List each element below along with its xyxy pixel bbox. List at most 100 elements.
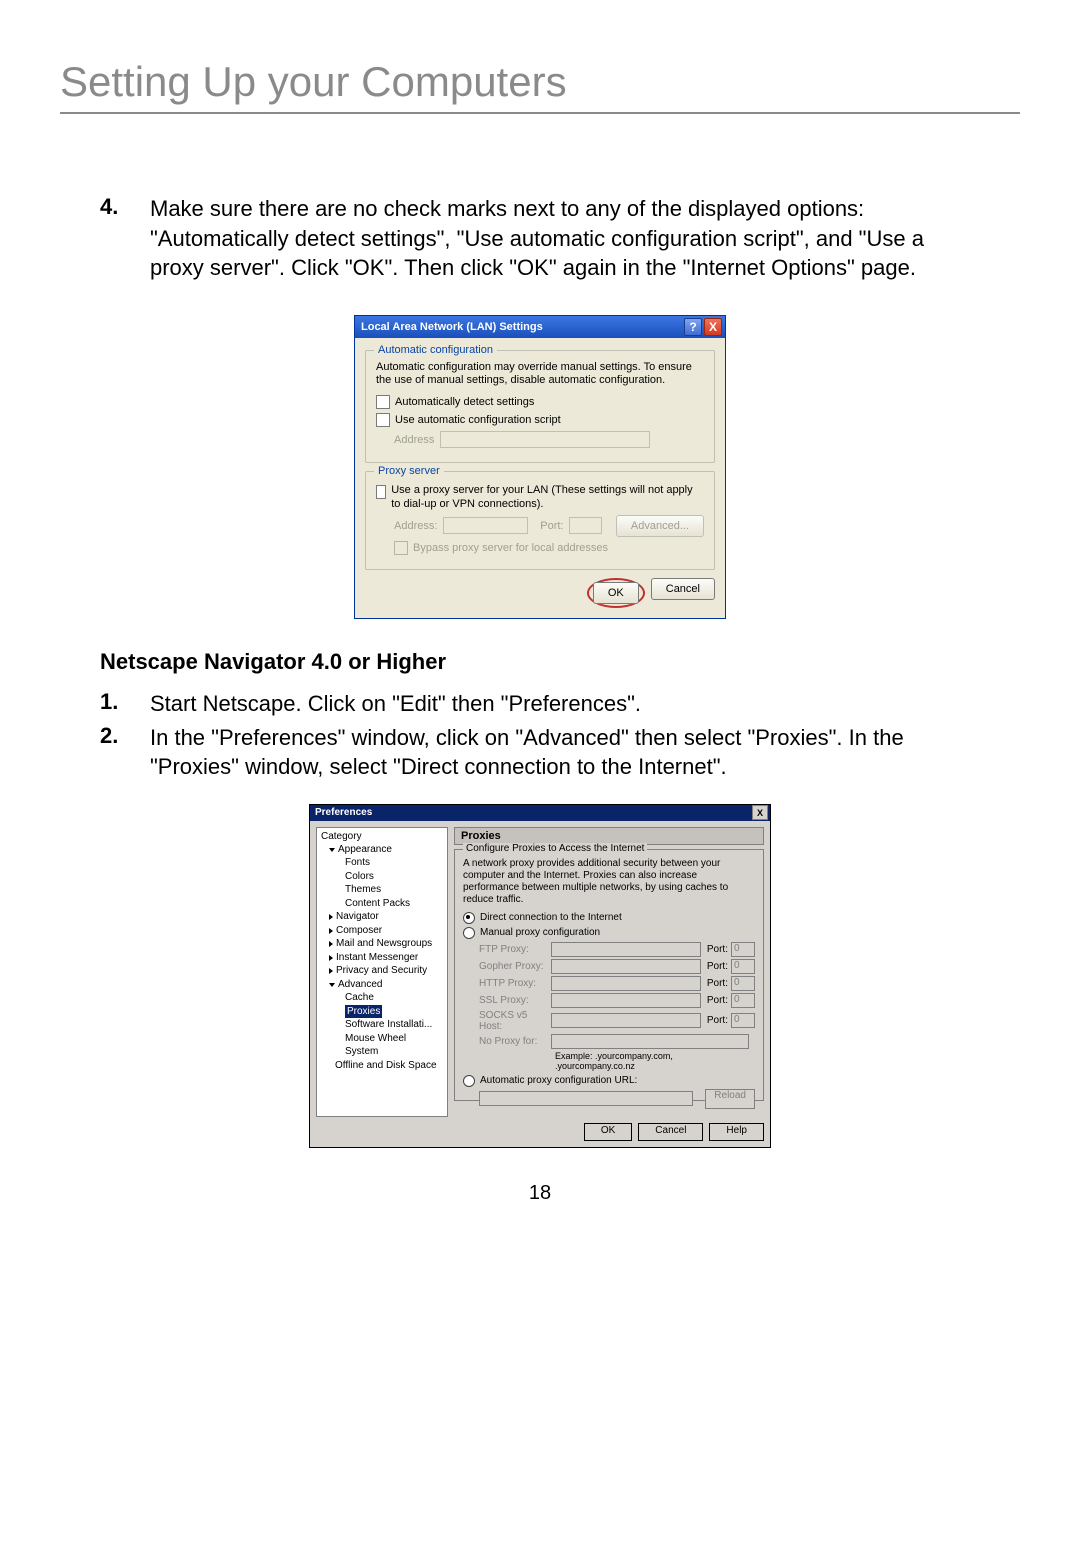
ok-button[interactable]: OK [593,582,639,604]
expand-icon[interactable] [329,968,333,974]
ftp-port-input: 0 [731,942,755,957]
expand-icon[interactable] [329,941,333,947]
tree-fonts[interactable]: Fonts [317,856,447,870]
radio-direct[interactable] [463,912,475,924]
proxies-group: Configure Proxies to Access the Internet… [454,849,764,1101]
cancel-button[interactable]: Cancel [651,578,715,600]
close-icon[interactable]: X [704,318,722,336]
tree-colors[interactable]: Colors [317,870,447,884]
expand-icon[interactable] [329,914,333,920]
tree-mouse[interactable]: Mouse Wheel [317,1032,447,1046]
proxy-port-input [569,517,601,534]
tree-im[interactable]: Instant Messenger [317,951,447,965]
proxy-server-legend: Proxy server [374,465,444,477]
noproxy-label: No Proxy for: [479,1036,551,1047]
expand-icon[interactable] [329,928,333,934]
radio-manual-row[interactable]: Manual proxy configuration [463,927,755,939]
http-port-input: 0 [731,976,755,991]
preferences-dialog: Preferences X Category Appearance Fonts … [309,804,771,1148]
tree-proxies[interactable]: Proxies [317,1005,447,1019]
tree-privacy[interactable]: Privacy and Security [317,964,447,978]
lan-titlebar: Local Area Network (LAN) Settings ? X [355,316,725,338]
address-label: Address [394,434,434,446]
http-proxy-label: HTTP Proxy: [479,978,551,989]
socks-proxy-input [551,1013,701,1028]
expand-icon[interactable] [329,955,333,961]
noproxy-row: No Proxy for: [479,1034,755,1049]
tree-themes[interactable]: Themes [317,883,447,897]
radio-manual-label: Manual proxy configuration [480,927,600,938]
tree-composer[interactable]: Composer [317,924,447,938]
page-number: 18 [60,1182,1020,1205]
ssl-proxy-row: SSL Proxy: Port: 0 [479,993,755,1008]
step-4: 4. Make sure there are no check marks ne… [60,194,1020,283]
ftp-proxy-input [551,942,701,957]
tree-navigator[interactable]: Navigator [317,910,447,924]
prefs-titlebar: Preferences X [310,805,770,821]
radio-auto-row[interactable]: Automatic proxy configuration URL: [463,1075,755,1087]
prefs-close-icon[interactable]: X [752,805,768,820]
page-title: Setting Up your Computers [60,58,1020,114]
proxy-port-label: Port: [540,520,563,532]
proxy-server-group: Proxy server Use a proxy server for your… [365,471,715,569]
netscape-subheading: Netscape Navigator 4.0 or Higher [100,649,980,675]
ftp-proxy-row: FTP Proxy: Port: 0 [479,942,755,957]
auto-script-row[interactable]: Use automatic configuration script [376,413,704,427]
tree-software[interactable]: Software Installati... [317,1018,447,1032]
tree-content-packs[interactable]: Content Packs [317,897,447,911]
auto-detect-checkbox[interactable] [376,395,390,409]
gopher-proxy-input [551,959,701,974]
gopher-proxy-label: Gopher Proxy: [479,961,551,972]
socks-port-input: 0 [731,1013,755,1028]
prefs-cancel-button[interactable]: Cancel [638,1123,703,1141]
expand-icon[interactable] [329,848,335,852]
tree-header: Category [317,830,447,843]
lan-settings-dialog: Local Area Network (LAN) Settings ? X Au… [354,315,726,619]
step-2-text: In the "Preferences" window, click on "A… [150,723,980,782]
radio-direct-row[interactable]: Direct connection to the Internet [463,912,755,924]
gopher-port-input: 0 [731,959,755,974]
step-4-number: 4. [100,194,150,283]
ssl-port-label: Port: [707,995,728,1006]
step-1: 1. Start Netscape. Click on "Edit" then … [60,689,1020,719]
step-1-number: 1. [100,689,150,719]
radio-auto-label: Automatic proxy configuration URL: [480,1075,637,1086]
proxy-address-label: Address: [394,520,437,532]
radio-manual[interactable] [463,927,475,939]
use-proxy-checkbox[interactable] [376,485,386,499]
http-proxy-input [551,976,701,991]
ssl-proxy-label: SSL Proxy: [479,995,551,1006]
step-4-text: Make sure there are no check marks next … [150,194,980,283]
lan-title-text: Local Area Network (LAN) Settings [361,321,682,333]
advanced-button: Advanced... [616,515,704,537]
auto-detect-label: Automatically detect settings [395,396,534,408]
help-icon[interactable]: ? [684,318,702,336]
category-tree[interactable]: Category Appearance Fonts Colors Themes … [316,827,448,1117]
tree-mail[interactable]: Mail and Newsgroups [317,937,447,951]
expand-icon[interactable] [329,983,335,987]
radio-direct-label: Direct connection to the Internet [480,912,622,923]
prefs-ok-button[interactable]: OK [584,1123,632,1141]
tree-appearance[interactable]: Appearance [317,843,447,857]
ssl-port-input: 0 [731,993,755,1008]
bypass-label: Bypass proxy server for local addresses [413,542,608,554]
ssl-proxy-input [551,993,701,1008]
prefs-help-button[interactable]: Help [709,1123,764,1141]
bypass-checkbox [394,541,408,555]
use-proxy-row[interactable]: Use a proxy server for your LAN (These s… [376,484,704,510]
ftp-port-label: Port: [707,944,728,955]
auto-url-input [479,1091,693,1106]
example-note: Example: .yourcompany.com, .yourcompany.… [555,1051,755,1071]
tree-cache[interactable]: Cache [317,991,447,1005]
auto-script-label: Use automatic configuration script [395,414,561,426]
socks-port-label: Port: [707,1015,728,1026]
ftp-proxy-label: FTP Proxy: [479,944,551,955]
radio-auto[interactable] [463,1075,475,1087]
auto-script-checkbox[interactable] [376,413,390,427]
tree-advanced[interactable]: Advanced [317,978,447,992]
http-port-label: Port: [707,978,728,989]
tree-system[interactable]: System [317,1045,447,1059]
auto-detect-row[interactable]: Automatically detect settings [376,395,704,409]
socks-proxy-row: SOCKS v5 Host: Port: 0 [479,1010,755,1032]
tree-offline[interactable]: Offline and Disk Space [317,1059,447,1073]
